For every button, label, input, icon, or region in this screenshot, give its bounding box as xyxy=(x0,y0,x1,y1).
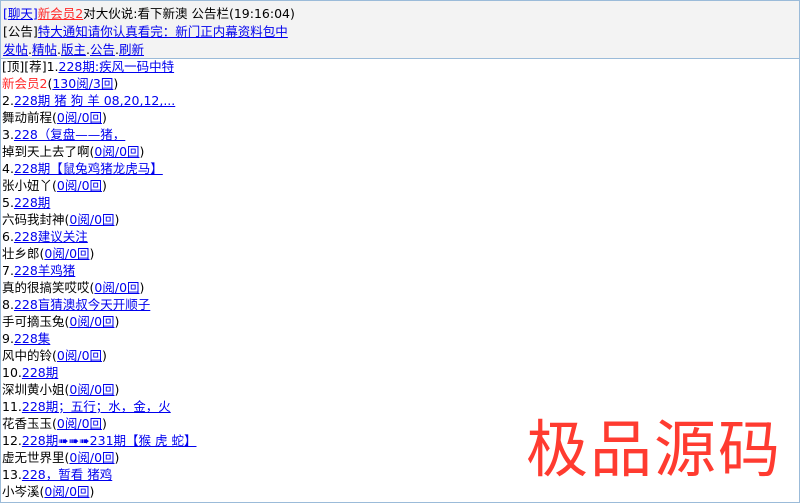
watermark: 极品源码 xyxy=(525,413,782,486)
post-number: 2. xyxy=(2,93,14,108)
post-author: 虚无世界里 xyxy=(2,450,65,465)
post-title-link[interactable]: 228，暂看 猪鸡 xyxy=(22,467,112,482)
post-author: 壮乡郎 xyxy=(2,246,40,261)
post-title-line: 9.228集 xyxy=(2,330,50,347)
pinned-number: 1. xyxy=(46,59,59,74)
post-stats-link[interactable]: 0阅/0回 xyxy=(69,212,114,227)
pinned-title-line: [顶][荐]1.228期:疾风一码中特 xyxy=(2,59,175,74)
post-author: 掉到天上去了啊 xyxy=(2,144,90,159)
post-meta-line: 真的很搞笑哎哎(0阅/0回) xyxy=(2,280,145,295)
post-title-line: 6.228建议关注 xyxy=(2,228,88,245)
pinned-meta-line: 新会员2(130阅/3回) xyxy=(2,76,119,91)
post-number: 9. xyxy=(2,331,14,346)
post-title-link[interactable]: 228期 xyxy=(14,195,50,210)
post-stats-link[interactable]: 0阅/0回 xyxy=(69,382,114,397)
post-meta-line: 花香玉玉(0阅/0回) xyxy=(2,416,107,431)
post-author: 六码我封神 xyxy=(2,212,65,227)
pinned-tag-top: 顶 xyxy=(6,59,20,74)
post-stats-link[interactable]: 0阅/0回 xyxy=(94,280,139,295)
post-title-link[interactable]: 228羊鸡猪 xyxy=(14,263,75,278)
post-author: 张小妞丫 xyxy=(2,178,53,193)
notice-tag: 公告 xyxy=(7,24,33,39)
post-title-line: 12.228期➠➠➠231期【猴 虎 蛇】 xyxy=(2,432,196,449)
post-title-line: 7.228羊鸡猪 xyxy=(2,262,75,279)
post-author: 深圳黄小姐 xyxy=(2,382,65,397)
post-title-link[interactable]: 228（复盘——猪， xyxy=(14,127,125,142)
pinned-author: 新会员2 xyxy=(2,76,48,91)
post-number: 5. xyxy=(2,195,14,210)
nav-line: 发帖.精帖.版主.公告.刷新 xyxy=(3,42,145,57)
post-meta-line: 风中的铃(0阅/0回) xyxy=(2,348,107,363)
header-panel: [聊天]新会员2对大伙说:看下新澳 公告栏(19:16:04) [公告]特大通知… xyxy=(1,1,799,59)
post-author: 风中的铃 xyxy=(2,348,53,363)
chat-message-line: [聊天]新会员2对大伙说:看下新澳 公告栏(19:16:04) xyxy=(3,6,295,21)
post-number: 7. xyxy=(2,263,14,278)
post-stats-link[interactable]: 0阅/0回 xyxy=(57,348,102,363)
post-meta-line: 小岑溪(0阅/0回) xyxy=(2,484,95,499)
post-meta-line: 手可摘玉兔(0阅/0回) xyxy=(2,314,120,329)
post-number: 3. xyxy=(2,127,14,142)
post-stats-link[interactable]: 0阅/0回 xyxy=(94,144,139,159)
nav-moderator[interactable]: 版主 xyxy=(61,42,86,57)
post-number: 4. xyxy=(2,161,14,176)
post-meta-line: 壮乡郎(0阅/0回) xyxy=(2,246,95,261)
post-title-link[interactable]: 228集 xyxy=(14,331,50,346)
post-number: 10. xyxy=(2,365,22,380)
post-meta-line: 深圳黄小姐(0阅/0回) xyxy=(2,382,120,397)
pinned-stats-link[interactable]: 130阅/3回 xyxy=(52,76,113,91)
nav-elite[interactable]: 精帖 xyxy=(32,42,57,57)
post-author: 真的很搞笑哎哎 xyxy=(2,280,90,295)
post-title-line: 4.228期【鼠兔鸡猪龙虎马】 xyxy=(2,160,163,177)
post-title-link[interactable]: 228期【鼠兔鸡猪龙虎马】 xyxy=(14,161,163,176)
post-title-link[interactable]: 228建议关注 xyxy=(14,229,88,244)
post-author: 手可摘玉兔 xyxy=(2,314,65,329)
post-number: 13. xyxy=(2,467,22,482)
post-author: 花香玉玉 xyxy=(2,416,53,431)
post-stats-link[interactable]: 0阅/0回 xyxy=(69,314,114,329)
post-stats-link[interactable]: 0阅/0回 xyxy=(44,484,89,499)
post-number: 8. xyxy=(2,297,14,312)
post-stats-link[interactable]: 0阅/0回 xyxy=(57,110,102,125)
post-title-line: 2.228期 猪 狗 羊 08,20,12,... xyxy=(2,92,175,109)
notice-title: 公告栏(19:16:04) xyxy=(191,6,295,21)
post-title-link[interactable]: 228期 xyxy=(22,365,58,380)
chat-message: 对大伙说:看下新澳 xyxy=(83,6,188,21)
post-title-line: 13.228，暂看 猪鸡 xyxy=(2,466,112,483)
nav-announce[interactable]: 公告 xyxy=(90,42,115,57)
chat-link[interactable]: 聊天 xyxy=(8,6,33,21)
post-stats-link[interactable]: 0阅/0回 xyxy=(44,246,89,261)
post-title-line: 8.228盲猜澳叔今天开顺子 xyxy=(2,296,150,313)
post-meta-line: 掉到天上去了啊(0阅/0回) xyxy=(2,144,145,159)
post-meta-line: 张小妞丫(0阅/0回) xyxy=(2,178,107,193)
post-number: 6. xyxy=(2,229,14,244)
post-meta-line: 虚无世界里(0阅/0回) xyxy=(2,450,120,465)
post-title-link[interactable]: 228盲猜澳叔今天开顺子 xyxy=(14,297,150,312)
post-stats-link[interactable]: 0阅/0回 xyxy=(57,178,102,193)
nav-post[interactable]: 发帖 xyxy=(3,42,28,57)
post-title-line: 3.228（复盘——猪， xyxy=(2,126,125,143)
nav-refresh[interactable]: 刷新 xyxy=(119,42,144,57)
post-stats-link[interactable]: 0阅/0回 xyxy=(69,450,114,465)
post-title-line: 10.228期 xyxy=(2,364,58,381)
post-title-line: 11.228期；五行；水，金，火 xyxy=(2,398,171,415)
post-number: 12. xyxy=(2,433,22,448)
post-number: 11. xyxy=(2,399,22,414)
post-title-line: 5.228期 xyxy=(2,194,50,211)
post-title-link[interactable]: 228期 猪 狗 羊 08,20,12,... xyxy=(14,93,175,108)
post-author: 小岑溪 xyxy=(2,484,40,499)
post-stats-link[interactable]: 0阅/0回 xyxy=(57,416,102,431)
post-title-link[interactable]: 228期➠➠➠231期【猴 虎 蛇】 xyxy=(22,433,197,448)
post-title-link[interactable]: 228期；五行；水，金，火 xyxy=(22,399,171,414)
notice-link[interactable]: 特大通知请你认真看完：新门正内幕资料包中 xyxy=(38,24,288,39)
user-link[interactable]: 新会员2 xyxy=(38,6,83,21)
notice-line: [公告]特大通知请你认真看完：新门正内幕资料包中 xyxy=(3,24,288,39)
pinned-title-link[interactable]: 228期:疾风一码中特 xyxy=(59,59,175,74)
pinned-tag-rec: 荐 xyxy=(29,59,42,74)
post-meta-line: 六码我封神(0阅/0回) xyxy=(2,212,120,227)
post-meta-line: 舞动前程(0阅/0回) xyxy=(2,110,107,125)
post-author: 舞动前程 xyxy=(2,110,53,125)
